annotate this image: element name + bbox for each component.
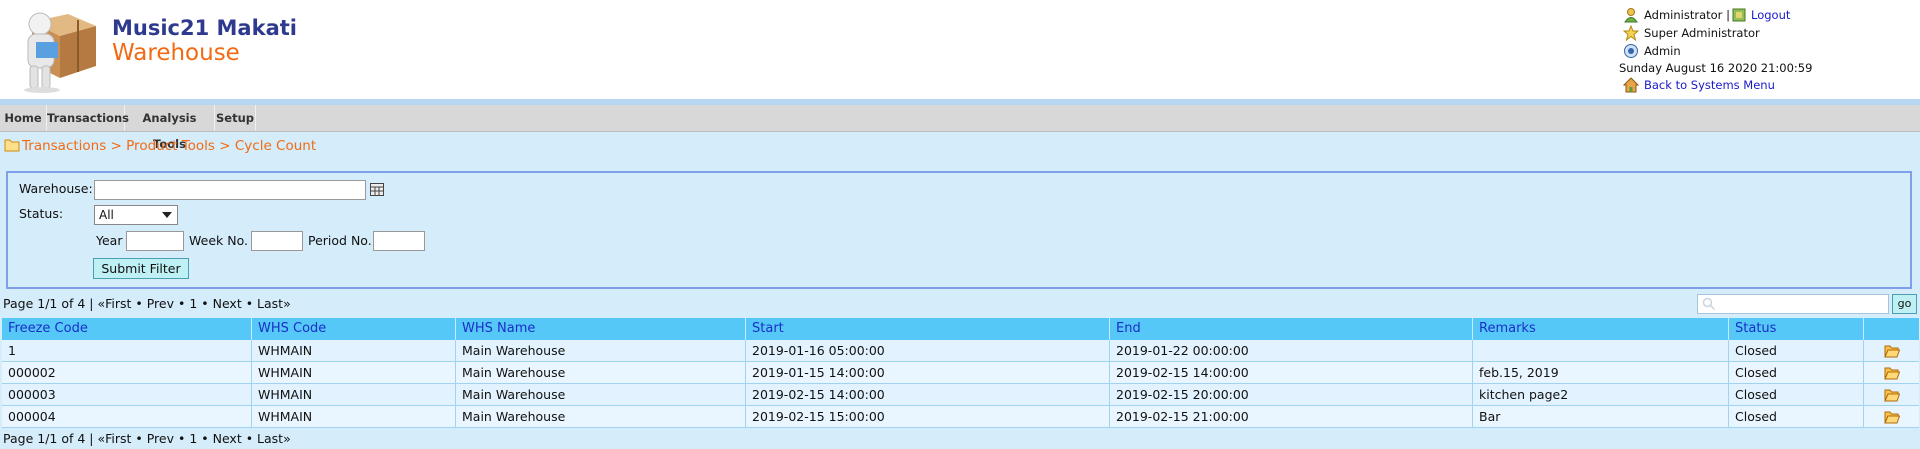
status-label: Status: bbox=[19, 206, 64, 221]
group-row: Admin bbox=[1618, 42, 1908, 60]
folder-icon bbox=[4, 139, 20, 152]
col-status[interactable]: Status bbox=[1729, 318, 1864, 340]
week-input[interactable] bbox=[251, 231, 303, 251]
current-datetime: Sunday August 16 2020 21:00:59 bbox=[1619, 61, 1813, 75]
cell-whs-name: Main Warehouse bbox=[456, 362, 746, 383]
col-freeze-code[interactable]: Freeze Code bbox=[2, 318, 252, 340]
app-subtitle: Warehouse bbox=[112, 40, 240, 66]
col-whs-code[interactable]: WHS Code bbox=[252, 318, 456, 340]
cell-whs-name: Main Warehouse bbox=[456, 406, 746, 427]
search-input[interactable] bbox=[1697, 294, 1889, 314]
menu-setup[interactable]: Setup bbox=[215, 105, 256, 131]
cell-end: 2019-02-15 14:00:00 bbox=[1110, 362, 1473, 383]
go-button[interactable]: go bbox=[1892, 294, 1917, 314]
back-to-systems-link[interactable]: Back to Systems Menu bbox=[1644, 76, 1775, 94]
cell-whs-code: WHMAIN bbox=[252, 406, 456, 427]
admin-icon bbox=[1624, 44, 1638, 58]
cell-status: Closed bbox=[1729, 362, 1864, 383]
pager-top[interactable]: Page 1/1 of 4 | «First • Prev • 1 • Next… bbox=[3, 296, 291, 312]
lookup-icon[interactable] bbox=[370, 183, 384, 196]
cell-remarks: kitchen page2 bbox=[1473, 384, 1729, 405]
back-row[interactable]: Back to Systems Menu bbox=[1618, 76, 1908, 94]
cell-start: 2019-02-15 14:00:00 bbox=[746, 384, 1110, 405]
warehouse-label: Warehouse: bbox=[19, 181, 93, 196]
table-row[interactable]: 000003 WHMAIN Main Warehouse 2019-02-15 … bbox=[2, 384, 1919, 406]
cell-status: Closed bbox=[1729, 340, 1864, 361]
user-panel: Administrator | Logout Super Administrat… bbox=[1618, 6, 1908, 94]
year-label: Year bbox=[96, 233, 123, 248]
open-folder-icon[interactable] bbox=[1884, 410, 1900, 424]
filter-panel: Warehouse: Status: All Year Week No. Per… bbox=[6, 171, 1912, 289]
datetime-row: Sunday August 16 2020 21:00:59 bbox=[1618, 60, 1908, 76]
user-icon bbox=[1624, 8, 1638, 23]
breadcrumb-text[interactable]: Transactions > Product Tools > Cycle Cou… bbox=[22, 137, 316, 155]
cell-status: Closed bbox=[1729, 406, 1864, 427]
table-row[interactable]: 000004 WHMAIN Main Warehouse 2019-02-15 … bbox=[2, 406, 1919, 428]
table-header: Freeze Code WHS Code WHS Name Start End … bbox=[2, 318, 1919, 340]
menu-analysis-tools[interactable]: Analysis Tools bbox=[125, 105, 215, 151]
menu-home[interactable]: Home bbox=[0, 105, 47, 131]
search-icon bbox=[1702, 297, 1716, 311]
table-row[interactable]: 1 WHMAIN Main Warehouse 2019-01-16 05:00… bbox=[2, 340, 1919, 362]
open-folder-icon[interactable] bbox=[1884, 344, 1900, 358]
cell-remarks bbox=[1473, 340, 1729, 361]
cell-remarks: feb.15, 2019 bbox=[1473, 362, 1729, 383]
col-actions bbox=[1864, 318, 1919, 340]
period-label: Period No. bbox=[308, 233, 372, 248]
cell-whs-name: Main Warehouse bbox=[456, 340, 746, 361]
period-input[interactable] bbox=[373, 231, 425, 251]
home-icon[interactable] bbox=[1623, 77, 1639, 93]
role-row: Super Administrator bbox=[1618, 24, 1908, 42]
cell-end: 2019-01-22 00:00:00 bbox=[1110, 340, 1473, 361]
cell-remarks: Bar bbox=[1473, 406, 1729, 427]
star-icon bbox=[1623, 25, 1639, 41]
cell-freeze-code: 000004 bbox=[2, 406, 252, 427]
menu-transactions[interactable]: Transactions bbox=[47, 105, 129, 131]
week-label: Week No. bbox=[189, 233, 248, 248]
header: Music21 Makati Warehouse Administrator |… bbox=[0, 0, 1920, 99]
submit-filter-button[interactable]: Submit Filter bbox=[93, 258, 189, 279]
table-row[interactable]: 000002 WHMAIN Main Warehouse 2019-01-15 … bbox=[2, 362, 1919, 384]
cell-freeze-code: 1 bbox=[2, 340, 252, 361]
cell-start: 2019-01-16 05:00:00 bbox=[746, 340, 1110, 361]
cell-whs-code: WHMAIN bbox=[252, 362, 456, 383]
cell-whs-name: Main Warehouse bbox=[456, 384, 746, 405]
cell-start: 2019-01-15 14:00:00 bbox=[746, 362, 1110, 383]
col-remarks[interactable]: Remarks bbox=[1473, 318, 1729, 340]
cell-whs-code: WHMAIN bbox=[252, 384, 456, 405]
open-folder-icon[interactable] bbox=[1884, 366, 1900, 380]
user-group: Admin bbox=[1644, 44, 1681, 58]
status-select[interactable]: All bbox=[94, 205, 178, 225]
user-role: Super Administrator bbox=[1644, 26, 1760, 40]
col-end[interactable]: End bbox=[1110, 318, 1473, 340]
cell-whs-code: WHMAIN bbox=[252, 340, 456, 361]
cell-end: 2019-02-15 21:00:00 bbox=[1110, 406, 1473, 427]
cell-freeze-code: 000003 bbox=[2, 384, 252, 405]
warehouse-input[interactable] bbox=[94, 180, 366, 200]
open-folder-icon[interactable] bbox=[1884, 388, 1900, 402]
year-input[interactable] bbox=[126, 231, 184, 251]
user-row: Administrator | Logout bbox=[1618, 6, 1908, 24]
pager-bottom[interactable]: Page 1/1 of 4 | «First • Prev • 1 • Next… bbox=[3, 431, 291, 447]
cell-end: 2019-02-15 20:00:00 bbox=[1110, 384, 1473, 405]
app-title: Music21 Makati bbox=[112, 16, 297, 40]
col-start[interactable]: Start bbox=[746, 318, 1110, 340]
cell-freeze-code: 000002 bbox=[2, 362, 252, 383]
status-selected-value: All bbox=[99, 208, 114, 222]
user-name: Administrator bbox=[1644, 8, 1723, 22]
col-whs-name[interactable]: WHS Name bbox=[456, 318, 746, 340]
logout-link[interactable]: Logout bbox=[1751, 6, 1790, 24]
main-menu: Home Transactions Analysis Tools Setup bbox=[0, 105, 1920, 151]
cell-start: 2019-02-15 15:00:00 bbox=[746, 406, 1110, 427]
chevron-down-icon bbox=[162, 212, 172, 218]
cell-status: Closed bbox=[1729, 384, 1864, 405]
warehouse-box-logo bbox=[24, 12, 96, 93]
logout-icon[interactable] bbox=[1731, 7, 1747, 23]
separator: | bbox=[1726, 8, 1730, 22]
